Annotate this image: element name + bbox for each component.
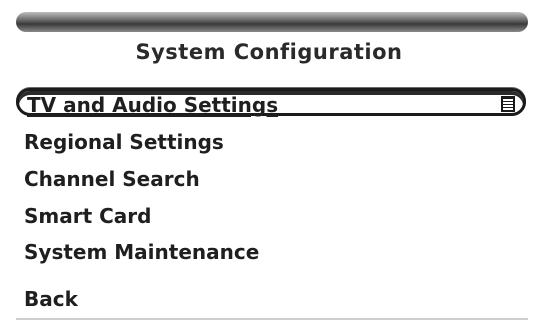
- menu-item-label: Smart Card: [24, 204, 152, 228]
- menu-item-system-maintenance[interactable]: System Maintenance: [24, 237, 259, 267]
- page-title: System Configuration: [135, 40, 403, 64]
- system-configuration-screen: System Configuration TV and Audio Settin…: [0, 0, 538, 325]
- menu-item-label: Back: [24, 287, 78, 311]
- bottom-divider: [16, 318, 528, 320]
- menu-item-regional-settings[interactable]: Regional Settings: [24, 127, 224, 157]
- menu-item-label: Regional Settings: [24, 130, 224, 154]
- header-bar: [16, 12, 528, 32]
- menu-item-tv-and-audio-settings[interactable]: TV and Audio Settings: [16, 88, 526, 117]
- menu-item-channel-search[interactable]: Channel Search: [24, 164, 200, 194]
- menu-item-back[interactable]: Back: [24, 284, 78, 314]
- menu-item-label: System Maintenance: [24, 240, 260, 264]
- menu-item-label: TV and Audio Settings: [27, 93, 279, 117]
- menu-item-label: Channel Search: [24, 167, 200, 191]
- submenu-list-icon: [501, 96, 515, 112]
- menu-item-smart-card[interactable]: Smart Card: [24, 201, 151, 231]
